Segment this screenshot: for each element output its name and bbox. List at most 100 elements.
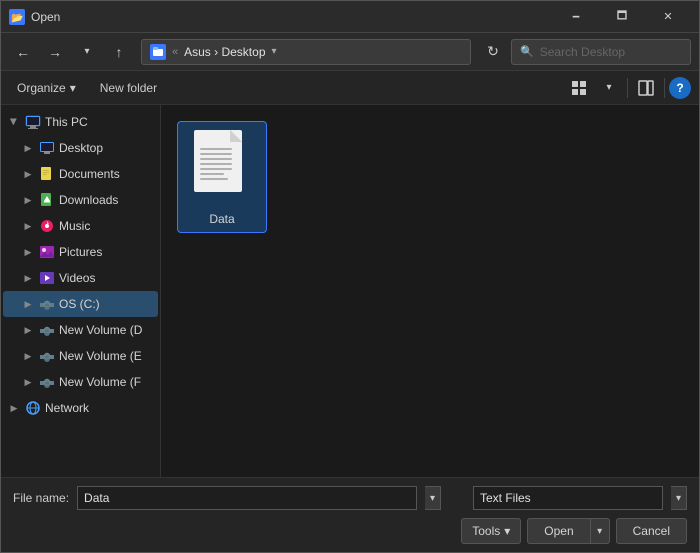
filetype-select[interactable]: Text Files: [473, 486, 663, 510]
documents-label: Documents: [59, 167, 120, 181]
new-vol-d-icon: [39, 322, 55, 338]
dropdown-button[interactable]: ▾: [73, 38, 101, 66]
new-folder-button[interactable]: New folder: [92, 78, 165, 98]
sidebar-item-desktop[interactable]: ▶ Desktop: [3, 135, 158, 161]
open-button[interactable]: Open: [527, 518, 589, 544]
data-file-label: Data: [209, 212, 234, 226]
open-dialog: 📂 Open 🗕 🗖 ✕ ← → ▾ ↑ « Asus › Desktop: [0, 0, 700, 553]
view-controls: ▾ ?: [565, 74, 691, 102]
title-bar: 📂 Open 🗕 🗖 ✕: [1, 1, 699, 33]
this-pc-label: This PC: [45, 115, 88, 129]
new-vol-f-icon: [39, 374, 55, 390]
sidebar: ▶ This PC ▶: [1, 105, 161, 477]
pictures-expand-icon: ▶: [21, 245, 35, 259]
file-data[interactable]: Data: [177, 121, 267, 233]
refresh-button[interactable]: ↻: [479, 38, 507, 66]
sidebar-item-os-c[interactable]: ▶ OS (C:): [3, 291, 158, 317]
window-title: Open: [31, 10, 553, 24]
maximize-button[interactable]: 🗖: [599, 1, 645, 33]
address-path: Asus › Desktop: [184, 45, 265, 59]
organize-arrow-icon: ▾: [70, 81, 76, 95]
downloads-icon: [39, 192, 55, 208]
documents-expand-icon: ▶: [21, 167, 35, 181]
downloads-label: Downloads: [59, 193, 118, 207]
desktop-icon: [39, 140, 55, 156]
filename-label: File name:: [13, 491, 69, 505]
filename-dropdown-button[interactable]: ▾: [425, 486, 441, 510]
organize-label: Organize: [17, 81, 66, 95]
organize-button[interactable]: Organize ▾: [9, 78, 84, 98]
sidebar-item-pictures[interactable]: ▶ Pictures: [3, 239, 158, 265]
music-label: Music: [59, 219, 90, 233]
tools-button[interactable]: Tools ▾: [461, 518, 521, 544]
network-label: Network: [45, 401, 89, 415]
network-icon: [25, 400, 41, 416]
help-button[interactable]: ?: [669, 77, 691, 99]
data-file-icon: [190, 128, 254, 208]
preview-pane-button[interactable]: [632, 74, 660, 102]
up-button[interactable]: ↑: [105, 38, 133, 66]
new-vol-e-icon: [39, 348, 55, 364]
new-vol-d-expand-icon: ▶: [21, 323, 35, 337]
address-dropdown-arrow[interactable]: ▾: [272, 46, 277, 57]
os-c-label: OS (C:): [59, 297, 100, 311]
filetype-dropdown-button[interactable]: ▾: [671, 486, 687, 510]
open-dropdown-button[interactable]: ▾: [590, 518, 610, 544]
videos-label: Videos: [59, 271, 95, 285]
sidebar-item-new-volume-f[interactable]: ▶ New Volume (F: [3, 369, 158, 395]
new-vol-f-label: New Volume (F: [59, 375, 141, 389]
minimize-button[interactable]: 🗕: [553, 1, 599, 33]
back-button[interactable]: ←: [9, 38, 37, 66]
view-layout-button[interactable]: [565, 74, 593, 102]
cancel-button[interactable]: Cancel: [616, 518, 687, 544]
documents-icon: [39, 166, 55, 182]
filename-input[interactable]: [77, 486, 417, 510]
this-pc-icon: [25, 114, 41, 130]
action-bar: Organize ▾ New folder ▾: [1, 71, 699, 105]
navigation-toolbar: ← → ▾ ↑ « Asus › Desktop ▾ ↻ 🔍 Search De…: [1, 33, 699, 71]
desktop-label: Desktop: [59, 141, 103, 155]
svg-text:📂: 📂: [11, 13, 23, 24]
network-expand-icon: ▶: [7, 401, 21, 415]
new-vol-f-expand-icon: ▶: [21, 375, 35, 389]
address-icon: [150, 44, 166, 60]
window-controls: 🗕 🗖 ✕: [553, 1, 691, 33]
filetype-value: Text Files: [480, 491, 531, 505]
tools-label: Tools: [472, 524, 500, 538]
sidebar-item-this-pc[interactable]: ▶ This PC: [3, 109, 158, 135]
search-placeholder: Search Desktop: [540, 45, 625, 59]
file-area: Data: [161, 105, 699, 477]
filename-row: File name: ▾ Text Files ▾: [13, 486, 687, 510]
videos-icon: [39, 270, 55, 286]
sidebar-item-videos[interactable]: ▶ Videos: [3, 265, 158, 291]
button-row: Tools ▾ Open ▾ Cancel: [13, 518, 687, 544]
sidebar-item-network[interactable]: ▶ Network: [3, 395, 158, 421]
address-separator: «: [172, 46, 178, 58]
music-icon: [39, 218, 55, 234]
close-button[interactable]: ✕: [645, 1, 691, 33]
sidebar-item-new-volume-e[interactable]: ▶ New Volume (E: [3, 343, 158, 369]
desktop-expand-icon: ▶: [21, 141, 35, 155]
videos-expand-icon: ▶: [21, 271, 35, 285]
window-icon: 📂: [9, 9, 25, 25]
new-vol-d-label: New Volume (D: [59, 323, 142, 337]
sidebar-item-music[interactable]: ▶ Music: [3, 213, 158, 239]
view-dropdown-button[interactable]: ▾: [595, 74, 623, 102]
open-button-group: Open ▾: [527, 518, 609, 544]
bottom-bar: File name: ▾ Text Files ▾ Tools ▾ Open ▾…: [1, 477, 699, 552]
this-pc-expand-icon: ▶: [7, 115, 21, 129]
view-divider2: [664, 78, 665, 98]
address-bar[interactable]: « Asus › Desktop ▾: [141, 39, 471, 65]
pictures-label: Pictures: [59, 245, 102, 259]
search-box[interactable]: 🔍 Search Desktop: [511, 39, 691, 65]
sidebar-item-documents[interactable]: ▶ Documents: [3, 161, 158, 187]
music-expand-icon: ▶: [21, 219, 35, 233]
sidebar-item-downloads[interactable]: ▶ Downloads: [3, 187, 158, 213]
main-content: ▶ This PC ▶: [1, 105, 699, 477]
new-vol-e-expand-icon: ▶: [21, 349, 35, 363]
forward-button[interactable]: →: [41, 38, 69, 66]
new-vol-e-label: New Volume (E: [59, 349, 142, 363]
pictures-icon: [39, 244, 55, 260]
view-divider: [627, 78, 628, 98]
sidebar-item-new-volume-d[interactable]: ▶ New Volume (D: [3, 317, 158, 343]
